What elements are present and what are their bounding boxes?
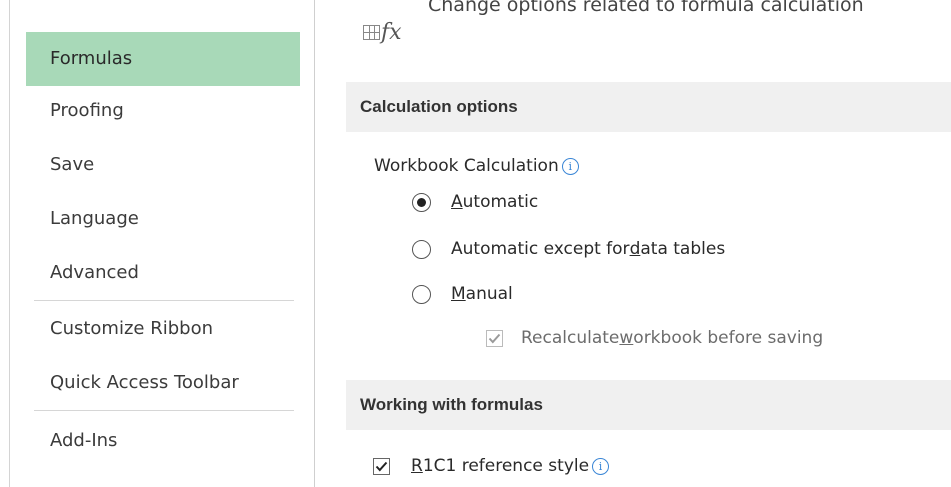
checkbox-r1c1-reference-style[interactable] (373, 458, 390, 475)
label-part: utomatic (462, 192, 539, 212)
label-part: orkbook before saving (633, 328, 824, 348)
access-key: A (451, 192, 463, 212)
radio-automatic-except-label[interactable]: Automatic except for d ata tables (451, 239, 725, 259)
info-icon[interactable]: i (561, 157, 579, 175)
section-calculation-options: Calculation options (346, 82, 951, 132)
checkmark-icon (488, 333, 501, 344)
sidebar-separator (34, 410, 294, 411)
section-working-with-formulas: Working with formulas (346, 380, 951, 430)
radio-automatic[interactable] (412, 193, 431, 212)
info-icon[interactable]: i (592, 457, 610, 475)
sidebar-item-add-ins[interactable]: Add-Ins (26, 414, 300, 468)
radio-manual[interactable] (412, 285, 431, 304)
access-key: d (629, 239, 641, 259)
label-part: Recalculate (521, 328, 620, 348)
label-part: Automatic except for (451, 239, 630, 259)
checkbox-recalculate-before-saving[interactable] (486, 330, 503, 347)
window-left-border (0, 0, 10, 487)
sidebar-item-formulas[interactable]: Formulas (26, 32, 300, 86)
sidebar-divider (314, 0, 315, 487)
access-key: w (619, 328, 634, 348)
access-key: M (451, 284, 466, 304)
formula-fx-icon: fx (362, 16, 422, 46)
access-key: R (411, 456, 423, 476)
radio-automatic-label[interactable]: Automatic (451, 192, 538, 212)
label-part: 1C1 reference style (422, 456, 590, 476)
sidebar-item-advanced[interactable]: Advanced (26, 246, 300, 300)
sidebar-separator (34, 300, 294, 301)
r1c1-label[interactable]: R 1C1 reference style i (411, 456, 610, 476)
sidebar-item-quick-access-toolbar[interactable]: Quick Access Toolbar (26, 356, 300, 410)
svg-text:fx: fx (379, 20, 402, 45)
workbook-calculation-label: Workbook Calculation i (374, 156, 579, 176)
page-description: Change options related to formula calcul… (428, 0, 864, 16)
sidebar-item-save[interactable]: Save (26, 138, 300, 192)
sidebar-item-customize-ribbon[interactable]: Customize Ribbon (26, 302, 300, 356)
sidebar-item-proofing[interactable]: Proofing (26, 84, 300, 138)
label-part: anual (465, 284, 513, 304)
label-part: ata tables (640, 239, 726, 259)
checkmark-icon (375, 461, 388, 472)
recalculate-label: Recalculate w orkbook before saving (521, 328, 823, 348)
workbook-calculation-text: Workbook Calculation (374, 156, 559, 176)
radio-manual-label[interactable]: Manual (451, 284, 513, 304)
radio-automatic-except-data-tables[interactable] (412, 240, 431, 259)
sidebar-item-language[interactable]: Language (26, 192, 300, 246)
